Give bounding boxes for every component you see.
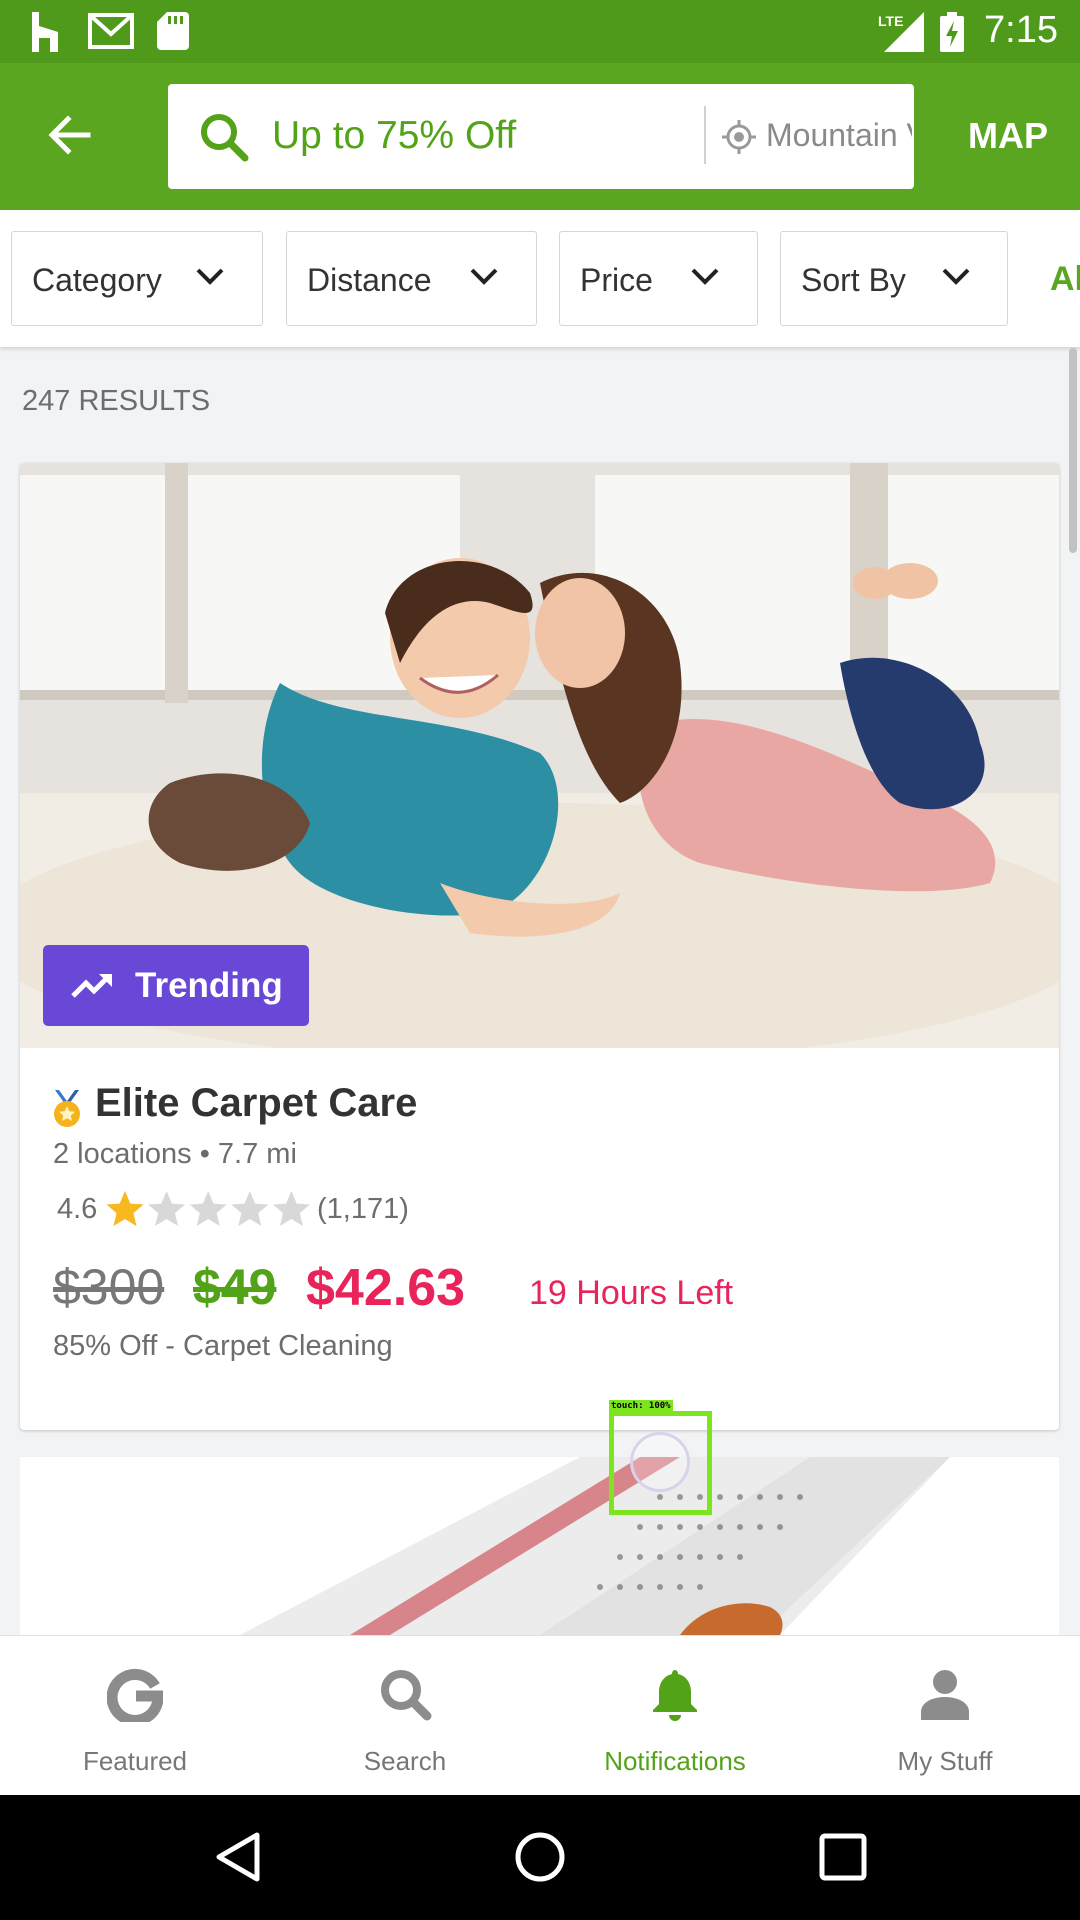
gmail-icon xyxy=(88,13,134,49)
deal-card[interactable] xyxy=(20,1457,1059,1635)
filter-bar: Category Distance Price Sort By All xyxy=(0,210,1080,347)
nav-item-featured[interactable]: Featured xyxy=(0,1636,270,1796)
nav-label: Search xyxy=(363,1746,447,1776)
status-time: 7:15 xyxy=(984,9,1058,51)
nav-label: Notifications xyxy=(604,1746,746,1776)
results-count: 247 RESULTS xyxy=(22,385,211,417)
merchant-name[interactable]: Elite Carpet Care xyxy=(95,1081,417,1126)
home-circle-icon[interactable] xyxy=(512,1829,568,1885)
trending-badge: Trending xyxy=(43,945,309,1026)
back-arrow-icon[interactable] xyxy=(40,105,100,165)
location-target-icon xyxy=(722,120,756,154)
search-icon xyxy=(381,1670,432,1721)
houzz-icon xyxy=(32,12,58,52)
star-empty-icon xyxy=(231,1191,269,1226)
time-left: 19 Hours Left xyxy=(529,1274,734,1312)
filter-category[interactable]: Category xyxy=(11,231,263,326)
deal-locations: 2 locations • 7.7 mi xyxy=(53,1138,297,1170)
bottom-nav: Featured Search Notifications My Stuff xyxy=(0,1635,1080,1795)
filter-label: Distance xyxy=(307,262,432,298)
star-empty-icon xyxy=(148,1191,186,1226)
touch-indicator-circle xyxy=(630,1432,690,1492)
star-rating xyxy=(106,1191,310,1226)
person-icon xyxy=(921,1670,969,1720)
chevron-down-icon xyxy=(470,268,498,285)
map-button[interactable]: MAP xyxy=(968,115,1048,157)
chevron-down-icon xyxy=(691,268,719,285)
original-price: $300 xyxy=(53,1259,165,1315)
trending-up-icon xyxy=(71,974,112,998)
filter-label: Sort By xyxy=(801,262,906,298)
location-field[interactable]: Mountain View xyxy=(766,117,912,154)
search-bar[interactable]: Up to 75% Off Mountain View xyxy=(168,84,914,189)
filter-all[interactable]: All xyxy=(1050,260,1080,299)
filter-distance[interactable]: Distance xyxy=(286,231,537,326)
nav-label: My Stuff xyxy=(897,1746,993,1776)
star-filled-icon xyxy=(106,1191,144,1226)
nav-item-notifications[interactable]: Notifications xyxy=(540,1636,810,1796)
system-nav-bar xyxy=(0,1795,1080,1920)
filter-price[interactable]: Price xyxy=(559,231,758,326)
search-query[interactable]: Up to 75% Off xyxy=(272,114,516,158)
search-divider xyxy=(704,106,706,164)
star-empty-icon xyxy=(189,1191,227,1226)
promo-price: $42.63 xyxy=(306,1259,466,1317)
deal-image[interactable] xyxy=(20,1457,1059,1635)
deal-price: $49 xyxy=(193,1259,277,1315)
filter-label: Category xyxy=(32,262,162,298)
scrollbar-thumb[interactable] xyxy=(1069,348,1077,553)
rating-count: (1,171) xyxy=(317,1193,409,1225)
battery-charging-icon xyxy=(940,12,964,52)
deal-description: 85% Off - Carpet Cleaning xyxy=(53,1330,393,1362)
search-icon xyxy=(201,114,249,162)
svg-text:LTE: LTE xyxy=(878,13,903,29)
filter-label: Price xyxy=(580,262,653,298)
groupon-g-icon xyxy=(107,1668,163,1722)
chevron-down-icon xyxy=(942,268,970,285)
rating-value: 4.6 xyxy=(57,1193,98,1225)
filter-sort-by[interactable]: Sort By xyxy=(780,231,1008,326)
back-triangle-icon[interactable] xyxy=(211,1829,267,1885)
medal-icon xyxy=(54,1090,80,1127)
bell-icon xyxy=(653,1670,697,1721)
deal-card[interactable]: Trending Elite Carpet Care 2 locations •… xyxy=(20,463,1059,1430)
recents-square-icon[interactable] xyxy=(815,1829,871,1885)
star-empty-icon xyxy=(272,1191,310,1226)
app-header: Up to 75% Off Mountain View MAP xyxy=(0,63,1080,210)
sd-card-icon xyxy=(157,12,189,50)
nav-item-search[interactable]: Search xyxy=(270,1636,540,1796)
lte-signal-icon: LTE xyxy=(878,12,924,52)
chevron-down-icon xyxy=(196,268,224,285)
nav-label: Featured xyxy=(82,1746,188,1776)
trending-label: Trending xyxy=(135,966,283,1005)
status-bar: LTE 7:15 xyxy=(0,0,1080,63)
nav-item-my-stuff[interactable]: My Stuff xyxy=(810,1636,1080,1796)
